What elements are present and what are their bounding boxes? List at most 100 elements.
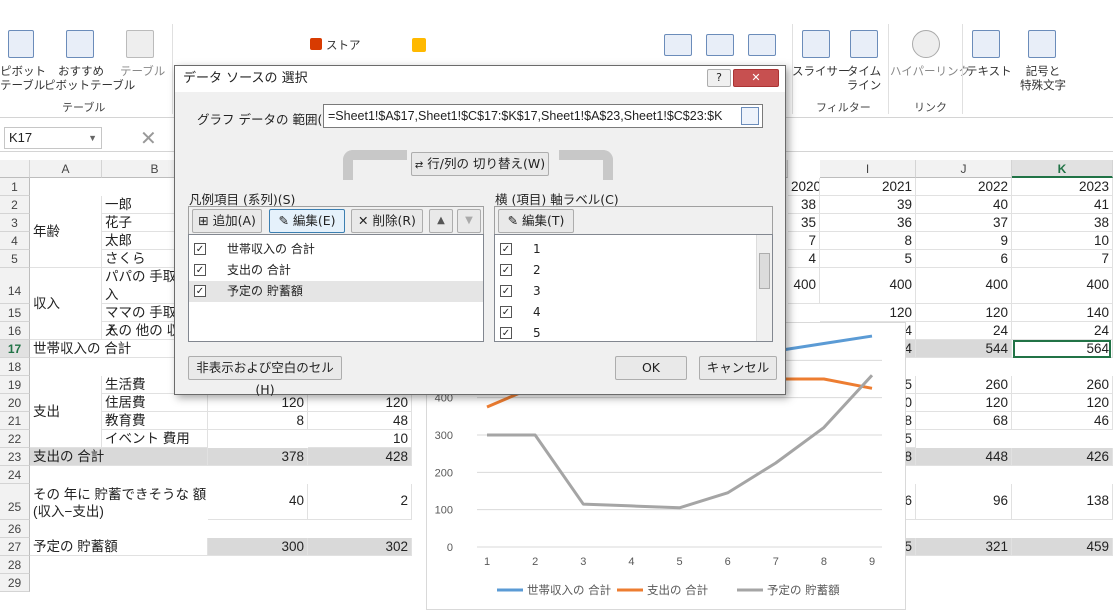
cell-r25k[interactable]: 138: [1012, 484, 1113, 520]
series-line[interactable]: [487, 374, 874, 510]
cell-r16k[interactable]: 24: [1012, 322, 1113, 340]
row-header[interactable]: 20: [0, 394, 30, 412]
cell-r19j[interactable]: 260: [916, 376, 1012, 394]
row-header[interactable]: 27: [0, 538, 30, 556]
axis-item[interactable]: ✓ 4: [495, 302, 772, 323]
series-item[interactable]: ✓ 予定の 貯蓄額: [189, 281, 483, 302]
add-series-button[interactable]: ⊞ 追加(A): [192, 209, 262, 233]
axis-checkbox[interactable]: ✓: [500, 285, 512, 297]
cell-planned[interactable]: 予定の 貯蓄額: [30, 538, 208, 556]
row-header[interactable]: 21: [0, 412, 30, 430]
cell-r21d[interactable]: 48: [308, 412, 412, 430]
cell-r16j[interactable]: 24: [916, 322, 1012, 340]
series-item[interactable]: ✓ 支出の 合計: [189, 260, 483, 281]
cell-r23j[interactable]: 448: [916, 448, 1012, 466]
series-checkbox[interactable]: ✓: [194, 243, 206, 255]
cell-r3i[interactable]: 36: [820, 214, 916, 232]
cell-r22d[interactable]: 10: [308, 430, 412, 448]
cell-r19k[interactable]: 260: [1012, 376, 1113, 394]
axis-scrollbar[interactable]: [756, 235, 772, 341]
cell-r14k[interactable]: 400: [1012, 268, 1113, 304]
cell-r2h[interactable]: 38: [788, 196, 820, 214]
cell-total_expense[interactable]: 支出の 合計: [30, 448, 208, 466]
cell-expense_label[interactable]: 支出: [30, 376, 102, 448]
row-header[interactable]: 28: [0, 556, 30, 574]
cell-r4i[interactable]: 8: [820, 232, 916, 250]
cell-r21j[interactable]: 68: [916, 412, 1012, 430]
cell-r27k[interactable]: 459: [1012, 538, 1113, 556]
row-header[interactable]: 25: [0, 484, 30, 520]
cell-r21c[interactable]: 8: [208, 412, 308, 430]
cell-r2j[interactable]: 40: [916, 196, 1012, 214]
cell-r3j[interactable]: 37: [916, 214, 1012, 232]
row-header[interactable]: 17: [0, 340, 30, 358]
range-picker-icon[interactable]: [741, 107, 759, 125]
series-list[interactable]: ✓ 世帯収入の 合計 ✓ 支出の 合計 ✓ 予定の 貯蓄額: [188, 234, 484, 342]
cell-education[interactable]: 教育費: [102, 412, 208, 430]
col-header-a[interactable]: A: [30, 160, 102, 178]
timeline-button[interactable]: タイム ライン: [844, 64, 884, 92]
ok-button[interactable]: OK: [615, 356, 687, 380]
col-header-i[interactable]: I: [820, 160, 916, 178]
cell-r2i[interactable]: 39: [820, 196, 916, 214]
series-item[interactable]: ✓ 世帯収入の 合計: [189, 239, 483, 260]
cell-r25j[interactable]: 96: [916, 484, 1012, 520]
axis-item[interactable]: ✓ 5: [495, 323, 772, 344]
cancel-button[interactable]: キャンセル: [699, 356, 777, 380]
row-header[interactable]: 29: [0, 574, 30, 592]
axis-item[interactable]: ✓ 2: [495, 260, 772, 281]
cell-r14i[interactable]: 400: [820, 268, 916, 304]
cell-r5j[interactable]: 6: [916, 250, 1012, 268]
row-header[interactable]: 1: [0, 178, 30, 196]
move-up-button[interactable]: ▲: [429, 209, 453, 233]
cell-r15k[interactable]: 140: [1012, 304, 1113, 322]
cell-h2[interactable]: 2021: [820, 178, 916, 196]
row-header[interactable]: 3: [0, 214, 30, 232]
cancel-icon[interactable]: ✕: [140, 126, 157, 150]
cell-h1[interactable]: 2020: [788, 178, 820, 196]
axis-item[interactable]: ✓ 3: [495, 281, 772, 302]
cell-r15j[interactable]: 120: [916, 304, 1012, 322]
axis-checkbox[interactable]: ✓: [500, 264, 512, 276]
symbols-button[interactable]: 記号と 特殊文字: [1012, 64, 1074, 92]
cell-r23k[interactable]: 426: [1012, 448, 1113, 466]
cell-r25d[interactable]: 2: [308, 484, 412, 520]
active-cell[interactable]: [1013, 340, 1111, 358]
remove-series-button[interactable]: ✕ 削除(R): [351, 209, 423, 233]
axis-checkbox[interactable]: ✓: [500, 327, 512, 339]
table-button[interactable]: テーブル: [120, 64, 165, 78]
cell-r15i[interactable]: 120: [820, 304, 916, 322]
range-input[interactable]: =Sheet1!$A$17,Sheet1!$C$17:$K$17,Sheet1!…: [323, 104, 763, 128]
row-header[interactable]: 15: [0, 304, 30, 322]
cell-r20j[interactable]: 120: [916, 394, 1012, 412]
row-header[interactable]: 16: [0, 322, 30, 340]
row-header[interactable]: 2: [0, 196, 30, 214]
cell-h4[interactable]: 2023: [1012, 178, 1113, 196]
cell-r4k[interactable]: 10: [1012, 232, 1113, 250]
edit-series-button[interactable]: ✎ 編集(E): [269, 209, 345, 233]
name-box[interactable]: K17 ▼: [4, 127, 102, 149]
cell-r25c[interactable]: 40: [208, 484, 308, 520]
row-header[interactable]: 19: [0, 376, 30, 394]
cell-r4h[interactable]: 7: [788, 232, 820, 250]
cell-r3h[interactable]: 35: [788, 214, 820, 232]
cell-r14j[interactable]: 400: [916, 268, 1012, 304]
cell-r27j[interactable]: 321: [916, 538, 1012, 556]
series-checkbox[interactable]: ✓: [194, 285, 206, 297]
store-button[interactable]: ストア: [326, 38, 361, 52]
cell-r14h[interactable]: 400: [788, 268, 820, 304]
col-header-j[interactable]: J: [916, 160, 1012, 178]
row-header[interactable]: 22: [0, 430, 30, 448]
col-header-k[interactable]: K: [1012, 160, 1113, 178]
cell-r17j[interactable]: 544: [916, 340, 1012, 358]
hidden-empty-cells-button[interactable]: 非表示および空白のセル(H): [188, 356, 342, 397]
cell-r23c[interactable]: 378: [208, 448, 308, 466]
recommended-pivot-button[interactable]: おすすめ ピボットテーブル: [44, 64, 135, 92]
hyperlink-button[interactable]: ハイパーリンク: [890, 64, 970, 78]
close-button[interactable]: ✕: [733, 69, 779, 87]
cell-r5i[interactable]: 5: [820, 250, 916, 268]
cell-h3[interactable]: 2022: [916, 178, 1012, 196]
cell-r23d[interactable]: 428: [308, 448, 412, 466]
cell-r27d[interactable]: 302: [308, 538, 412, 556]
row-header[interactable]: 18: [0, 358, 30, 376]
